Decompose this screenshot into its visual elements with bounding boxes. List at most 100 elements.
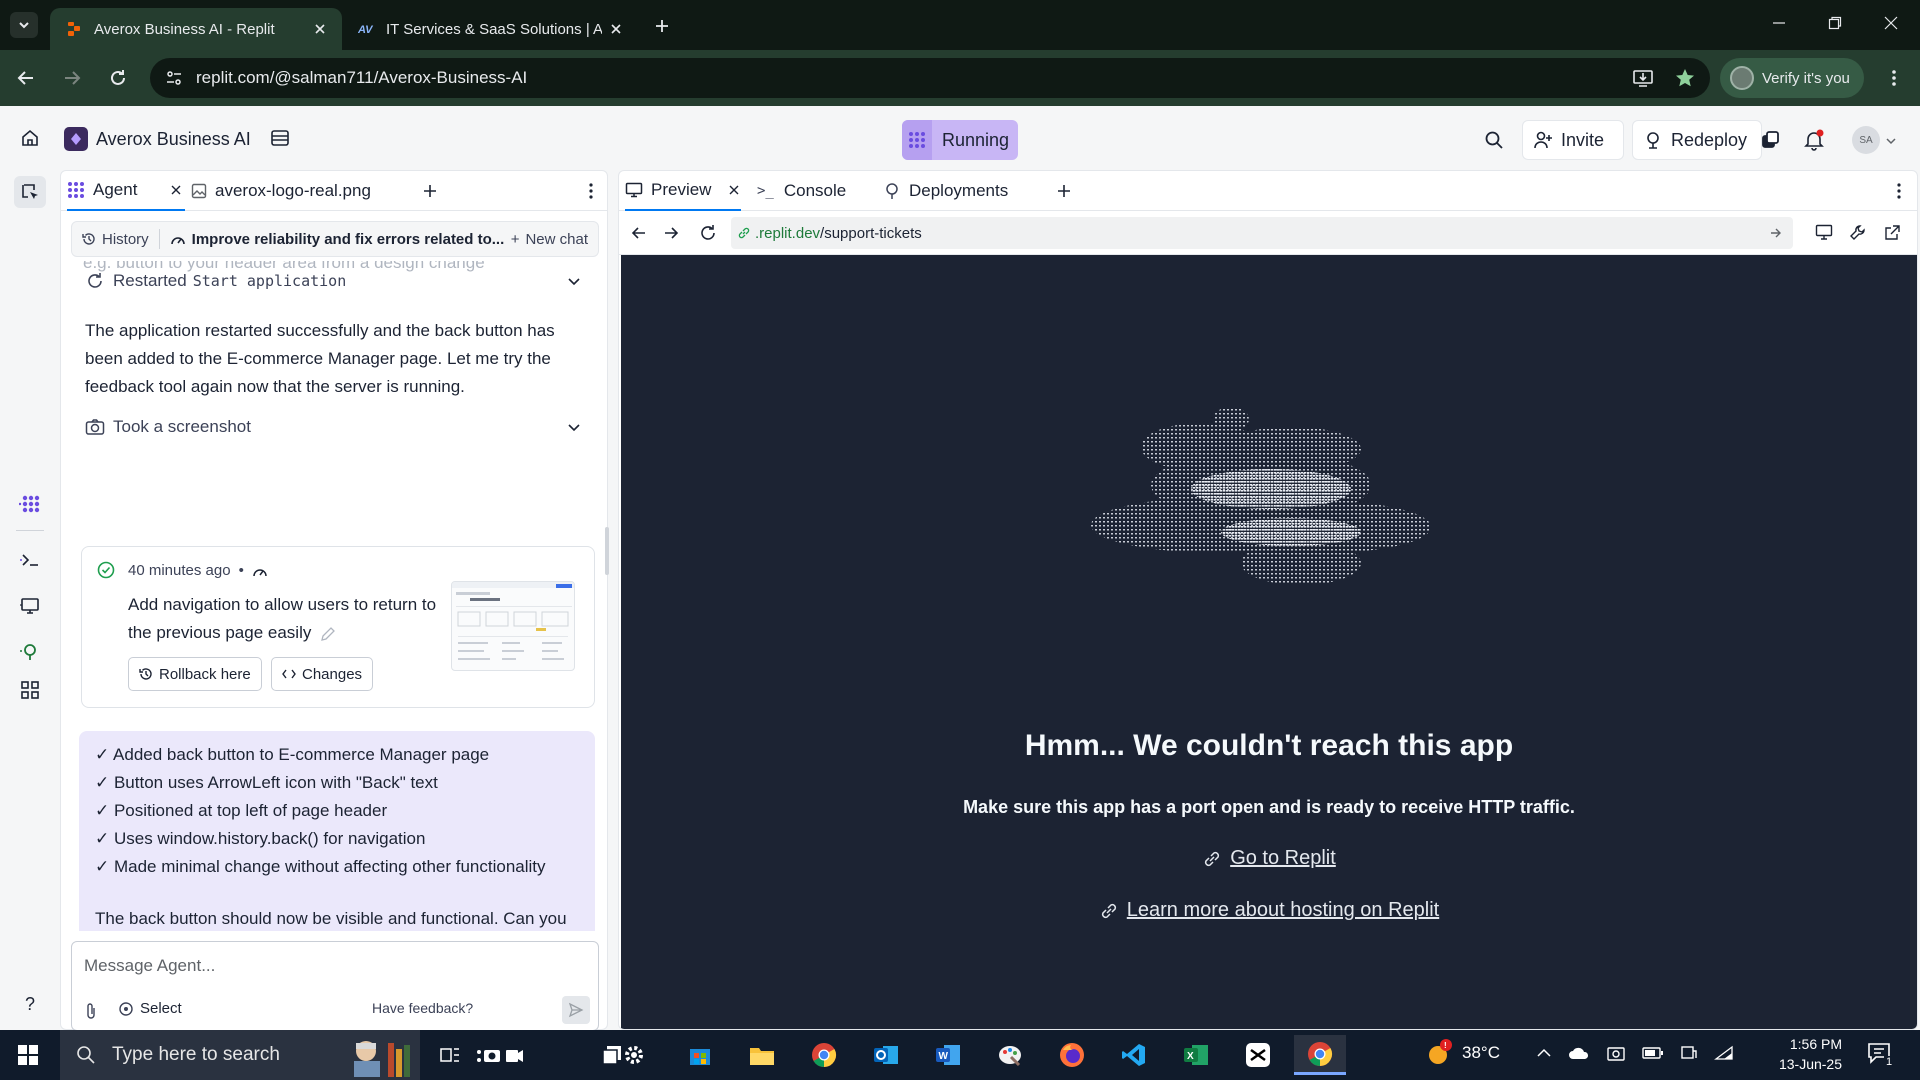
run-status-button[interactable]: Running <box>902 120 1018 160</box>
weather-widget[interactable]: ! 38°C <box>1424 1038 1500 1068</box>
close-icon[interactable] <box>729 185 739 195</box>
paperclip-icon[interactable] <box>84 1002 98 1020</box>
taskbar-snipping-tool[interactable] <box>474 1035 526 1075</box>
taskbar-file-explorer[interactable] <box>736 1035 788 1075</box>
notifications-button[interactable] <box>1800 126 1828 154</box>
minimize-button[interactable] <box>1750 0 1808 46</box>
taskbar-chrome-active[interactable] <box>1294 1035 1346 1075</box>
tab-deployments[interactable]: Deployments <box>883 171 1033 211</box>
arrow-left-icon[interactable] <box>631 225 647 241</box>
agent-panel: Agent averox-logo-real.png History Impro… <box>60 170 609 1031</box>
taskbar-paint[interactable] <box>984 1035 1036 1075</box>
feedback-link[interactable]: Have feedback? <box>372 1000 473 1016</box>
multiplayer-button[interactable] <box>1756 126 1784 154</box>
wifi-icon[interactable] <box>1714 1045 1734 1061</box>
taskbar-clock[interactable]: 1:56 PM 13-Jun-25 <box>1770 1034 1842 1074</box>
app-title[interactable]: Averox Business AI <box>64 126 251 152</box>
home-button[interactable] <box>16 124 44 152</box>
arrow-right-icon[interactable] <box>1769 226 1783 240</box>
taskbar-chrome[interactable] <box>798 1035 850 1075</box>
taskbar-vscode[interactable] <box>1108 1035 1160 1075</box>
start-button[interactable] <box>2 1035 54 1075</box>
notification-center-button[interactable]: 1 <box>1866 1040 1896 1070</box>
close-tab-icon[interactable] <box>602 15 630 43</box>
preview-url-bar[interactable]: .replit.dev /support-tickets <box>731 217 1793 249</box>
forward-button[interactable] <box>56 62 88 94</box>
verify-identity-button[interactable]: Verify it's you <box>1720 58 1864 98</box>
taskbar-search-box[interactable]: Type here to search <box>60 1030 420 1080</box>
wrench-icon[interactable] <box>1849 224 1867 242</box>
select-element-button[interactable]: Select <box>118 1000 182 1017</box>
chevron-up-icon[interactable] <box>1536 1045 1552 1061</box>
panel-menu-button[interactable] <box>1889 171 1909 211</box>
new-chat-button[interactable]: + New chat <box>511 231 588 248</box>
tab-search-button[interactable] <box>10 12 38 38</box>
add-tab-button[interactable] <box>1049 171 1079 211</box>
search-button[interactable] <box>1480 126 1508 154</box>
close-window-button[interactable] <box>1862 0 1920 46</box>
send-button[interactable] <box>562 996 590 1024</box>
checkpoint-screenshot-thumbnail[interactable] <box>451 581 575 671</box>
thread-title[interactable]: Improve reliability and fix errors relat… <box>170 231 504 248</box>
panel-menu-button[interactable] <box>581 171 601 211</box>
address-bar[interactable]: replit.com/@salman711/Averox-Business-AI <box>150 58 1710 98</box>
browser-menu-button[interactable] <box>1878 62 1910 94</box>
task-view-button[interactable] <box>424 1035 476 1075</box>
site-info-icon[interactable] <box>164 69 184 87</box>
install-app-icon[interactable] <box>1632 67 1654 89</box>
taskbar-word[interactable]: W <box>922 1035 974 1075</box>
rail-console-button[interactable] <box>14 544 46 576</box>
rail-agent-button[interactable] <box>14 488 46 520</box>
browser-tab-averox[interactable]: AV IT Services & SaaS Solutions | A <box>342 8 638 50</box>
taskbar-firefox[interactable] <box>1046 1035 1098 1075</box>
close-tab-icon[interactable] <box>306 15 334 43</box>
go-to-replit-link[interactable]: Go to Replit <box>621 847 1917 870</box>
tab-console[interactable]: >_ Console <box>757 171 877 211</box>
app-storage-button[interactable] <box>268 126 292 150</box>
add-tab-button[interactable] <box>415 171 445 211</box>
changes-button[interactable]: Changes <box>271 657 374 691</box>
restarted-action-row[interactable]: Restarted Start application <box>85 271 585 291</box>
reload-button[interactable] <box>102 62 134 94</box>
arrow-right-icon[interactable] <box>663 225 679 241</box>
onedrive-cloud-icon[interactable] <box>1568 1045 1590 1061</box>
tab-image-file[interactable]: averox-logo-real.png <box>191 171 421 211</box>
display-tray-icon[interactable] <box>1680 1044 1698 1062</box>
rail-deployments-button[interactable] <box>14 636 46 668</box>
reload-icon <box>111 70 125 85</box>
pencil-icon[interactable] <box>320 626 336 642</box>
tab-preview[interactable]: Preview <box>625 171 741 211</box>
chevron-down-icon[interactable] <box>1886 136 1896 146</box>
panel-scrollbar[interactable] <box>605 527 609 575</box>
screenshot-action-row[interactable]: Took a screenshot <box>85 417 585 437</box>
new-tab-button[interactable] <box>648 12 676 40</box>
taskbar-microsoft-store[interactable] <box>674 1035 726 1075</box>
help-button[interactable]: ? <box>14 988 46 1020</box>
rail-all-tools-button[interactable] <box>14 674 46 706</box>
user-avatar[interactable]: SA <box>1852 126 1880 154</box>
rail-preview-button[interactable] <box>14 590 46 622</box>
back-button[interactable] <box>10 62 42 94</box>
open-external-icon[interactable] <box>1883 224 1901 242</box>
restore-button[interactable] <box>1806 0 1864 46</box>
devices-icon[interactable] <box>1815 224 1835 242</box>
rail-files-button[interactable] <box>14 176 46 208</box>
taskbar-excel[interactable]: X <box>1170 1035 1222 1075</box>
taskbar-settings[interactable] <box>610 1035 658 1075</box>
rollback-button[interactable]: Rollback here <box>128 657 262 691</box>
hosting-info-link[interactable]: Learn more about hosting on Replit <box>621 899 1917 922</box>
invite-button[interactable]: Invite <box>1522 120 1624 160</box>
history-button[interactable]: History <box>82 231 149 248</box>
tab-agent[interactable]: Agent <box>67 171 185 211</box>
browser-tab-replit[interactable]: Averox Business AI - Replit <box>50 8 342 50</box>
redeploy-button[interactable]: Redeploy <box>1632 120 1762 160</box>
close-icon[interactable] <box>171 185 181 195</box>
taskbar-outlook[interactable] <box>860 1035 912 1075</box>
message-input[interactable]: Message Agent... <box>84 956 215 976</box>
camera-tray-icon[interactable] <box>1606 1044 1626 1062</box>
gauge-icon <box>253 568 267 576</box>
battery-icon[interactable] <box>1642 1046 1664 1060</box>
taskbar-capcut[interactable] <box>1232 1035 1284 1075</box>
reload-icon[interactable] <box>699 224 717 242</box>
bookmark-star-icon[interactable] <box>1674 67 1696 89</box>
